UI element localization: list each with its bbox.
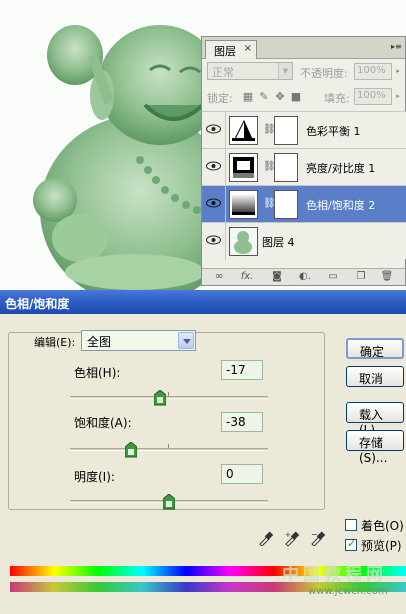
edit-select[interactable]: 全图 — [81, 330, 196, 351]
blend-mode-select[interactable]: 正常 ▼ — [207, 62, 293, 80]
saturation-slider-track[interactable] — [70, 444, 268, 451]
lock-brush-icon[interactable]: ✎ — [258, 91, 270, 103]
eyedropper-icon[interactable] — [258, 530, 274, 546]
lightness-input[interactable]: 0 — [221, 464, 263, 484]
hue-slider-thumb[interactable] — [153, 390, 166, 406]
ok-button[interactable]: 确定 — [346, 338, 404, 359]
eye-cell — [202, 186, 226, 223]
layer-mask-thumbnail[interactable] — [274, 190, 298, 219]
fill-label: 填充: — [324, 92, 350, 105]
layer-mask-thumbnail[interactable] — [274, 153, 298, 182]
lightness-slider-thumb[interactable] — [163, 494, 175, 510]
blend-mode-value: 正常 — [212, 66, 234, 79]
lock-label: 锁定: — [207, 92, 233, 105]
fx-icon[interactable]: fx. — [240, 271, 254, 283]
eye-icon[interactable] — [206, 161, 221, 171]
layer-name: 图层 4 — [262, 236, 295, 249]
lightness-label: 明度(I): — [74, 470, 115, 484]
chevron-down-icon[interactable] — [178, 332, 194, 349]
eye-cell — [202, 149, 226, 186]
link-icon[interactable]: ∞ — [212, 271, 226, 283]
hue-slider-track[interactable] — [70, 392, 268, 399]
layers-panel-tabbar: 图层 × ▸≡ — [202, 37, 405, 59]
layer-row[interactable]: 图层 4 — [202, 222, 406, 260]
brightness-contrast-icon — [229, 153, 258, 182]
layers-panel-toolbar: ∞ fx. ◙ ◐. ▭ ❐ 🗑 — [202, 268, 405, 285]
load-button[interactable]: 载入(L)... — [346, 402, 404, 437]
preview-checkbox[interactable] — [345, 537, 357, 551]
hue-label: 色相(H): — [74, 366, 121, 380]
layer-row[interactable]: ⛓ 亮度/对比度 1 — [202, 148, 406, 186]
photoshop-workspace: 图层 × ▸≡ 正常 ▼ 不透明度: 100% ▸ 锁定: ▦ ✎ ✥ ■ 填充… — [0, 0, 406, 614]
layer-row-selected[interactable]: ⛓ 色相/饱和度 2 — [202, 185, 406, 223]
blend-row: 正常 ▼ 不透明度: 100% ▸ — [202, 59, 405, 83]
edit-select-value: 全图 — [87, 335, 112, 349]
svg-text:−: − — [311, 530, 318, 539]
layers-panel: 图层 × ▸≡ 正常 ▼ 不透明度: 100% ▸ 锁定: ▦ ✎ ✥ ■ 填充… — [201, 36, 406, 286]
saturation-input[interactable]: -38 — [221, 412, 263, 432]
lock-transparent-icon[interactable]: ▦ — [242, 91, 254, 103]
tab-layers-label: 图层 — [214, 45, 236, 58]
colorize-label: 着色(O) — [361, 519, 404, 533]
lock-all-icon[interactable]: ■ — [290, 91, 302, 103]
group-icon[interactable]: ▭ — [326, 271, 340, 283]
chevron-down-icon: ▼ — [278, 63, 292, 79]
fill-arrow-icon[interactable]: ▸ — [393, 88, 403, 105]
eye-icon[interactable] — [206, 198, 221, 208]
hue-saturation-icon — [229, 190, 258, 219]
statue-thumbnail — [229, 227, 258, 256]
hue-input[interactable]: -17 — [221, 360, 263, 380]
lock-move-icon[interactable]: ✥ — [274, 91, 286, 103]
fill-input[interactable]: 100% — [354, 88, 392, 105]
watermark-url: www.jcwcn.com — [308, 586, 388, 597]
preview-label: 预览(P) — [361, 539, 402, 553]
edit-label: 编辑(E): — [32, 334, 78, 350]
saturation-label: 饱和度(A): — [74, 416, 132, 430]
layer-name: 色彩平衡 1 — [306, 125, 361, 138]
eye-cell — [202, 112, 226, 149]
layer-name: 亮度/对比度 1 — [306, 162, 376, 175]
hue-saturation-dialog: 色相/饱和度 编辑(E): 全图 色相(H): -17 饱和度(A): -38 … — [0, 290, 406, 614]
lock-row: 锁定: ▦ ✎ ✥ ■ 填充: 100% ▸ — [202, 85, 405, 109]
saturation-slider-thumb[interactable] — [125, 442, 138, 458]
watermark-text: 中国教程网 — [282, 565, 387, 585]
tab-layers[interactable]: 图层 × — [205, 40, 257, 59]
close-icon[interactable]: × — [244, 43, 252, 54]
adjustment-icon[interactable]: ◐. — [298, 271, 312, 283]
cancel-button[interactable]: 取消 — [346, 366, 404, 387]
dialog-title[interactable]: 色相/饱和度 — [0, 290, 406, 314]
center-tick — [168, 392, 169, 396]
eyedropper-plus-icon[interactable]: + — [284, 530, 300, 546]
opacity-input[interactable]: 100% — [354, 63, 392, 80]
color-balance-icon — [229, 116, 258, 145]
layer-row[interactable]: ⛓ 色彩平衡 1 — [202, 111, 406, 149]
eye-cell — [202, 223, 226, 260]
layer-mask-thumbnail[interactable] — [274, 116, 298, 145]
colorize-checkbox[interactable] — [345, 519, 357, 531]
center-tick — [168, 444, 169, 448]
trash-icon[interactable]: 🗑 — [380, 271, 394, 283]
opacity-label: 不透明度: — [300, 67, 348, 80]
mask-icon[interactable]: ◙ — [270, 271, 284, 283]
new-layer-icon[interactable]: ❐ — [354, 271, 368, 283]
svg-text:+: + — [285, 531, 291, 539]
save-button[interactable]: 存储(S)... — [346, 430, 404, 465]
panel-menu-icon[interactable]: ▸≡ — [391, 42, 402, 51]
eye-icon[interactable] — [206, 235, 221, 245]
settings-group — [8, 332, 325, 510]
eyedropper-minus-icon[interactable]: − — [310, 530, 326, 546]
layer-name: 色相/饱和度 2 — [306, 199, 376, 212]
eye-icon[interactable] — [206, 124, 221, 134]
opacity-arrow-icon[interactable]: ▸ — [393, 63, 403, 80]
